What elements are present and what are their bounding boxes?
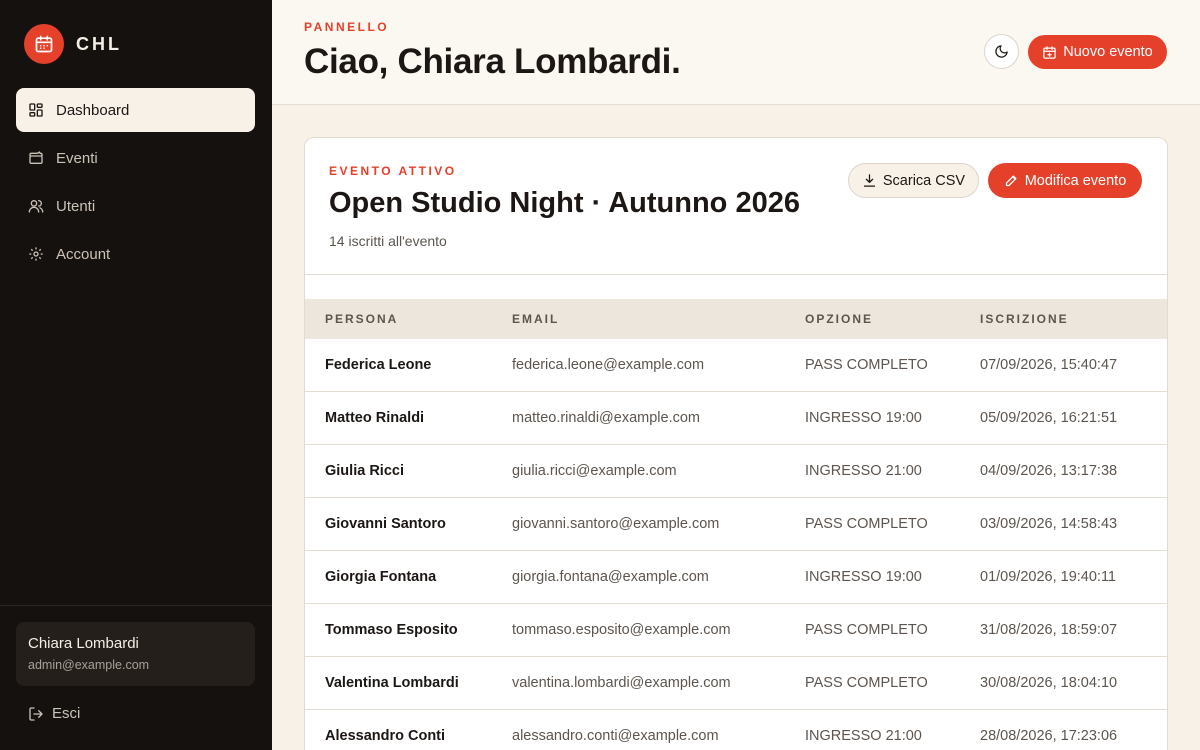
sidebar-item-label: Account bbox=[56, 245, 111, 263]
theme-toggle-button[interactable] bbox=[984, 34, 1019, 69]
sidebar: CHL Dashboard Eventi Utenti Account Chia… bbox=[0, 0, 272, 750]
cell-name: Tommaso Esposito bbox=[325, 622, 458, 638]
dashboard-icon bbox=[28, 102, 44, 118]
cell-option: INGRESSO 19:00 bbox=[805, 410, 922, 426]
download-csv-button[interactable]: Scarica CSV bbox=[848, 163, 979, 198]
table-row[interactable]: Alessandro Conti alessandro.conti@exampl… bbox=[305, 710, 1167, 750]
users-icon bbox=[28, 198, 44, 214]
table-row[interactable]: Valentina Lombardi valentina.lombardi@ex… bbox=[305, 657, 1167, 710]
cell-name: Valentina Lombardi bbox=[325, 675, 459, 691]
cell-name: Matteo Rinaldi bbox=[325, 410, 425, 426]
logout-button[interactable]: Esci bbox=[28, 705, 80, 722]
column-header-opzione[interactable]: OPZIONE bbox=[805, 312, 873, 326]
cell-date: 05/09/2026, 16:21:51 bbox=[980, 410, 1118, 426]
table-row[interactable]: Matteo Rinaldi matteo.rinaldi@example.co… bbox=[305, 392, 1167, 445]
moon-icon bbox=[994, 44, 1009, 59]
cell-option: PASS COMPLETO bbox=[805, 357, 928, 373]
brand-name: CHL bbox=[76, 33, 122, 54]
cell-email: federica.leone@example.com bbox=[512, 357, 705, 373]
cell-email: matteo.rinaldi@example.com bbox=[512, 410, 700, 426]
calendar-icon bbox=[24, 24, 64, 64]
cell-email: tommaso.esposito@example.com bbox=[512, 622, 731, 638]
table-row[interactable]: Federica Leone federica.leone@example.co… bbox=[305, 339, 1167, 392]
sidebar-divider bbox=[0, 605, 272, 606]
brand[interactable]: CHL bbox=[24, 24, 122, 64]
cell-name: Giulia Ricci bbox=[325, 463, 404, 479]
cell-name: Alessandro Conti bbox=[325, 728, 446, 744]
header-eyebrow: PANNELLO bbox=[304, 20, 390, 34]
sidebar-item-eventi[interactable]: Eventi bbox=[16, 136, 255, 180]
event-title: Open Studio Night · Autunno 2026 bbox=[329, 187, 800, 219]
event-eyebrow: EVENTO ATTIVO bbox=[329, 164, 457, 178]
cell-name: Giorgia Fontana bbox=[325, 569, 437, 585]
sidebar-nav: Dashboard Eventi Utenti Account bbox=[16, 88, 255, 280]
cell-date: 30/08/2026, 18:04:10 bbox=[980, 675, 1118, 691]
logout-label: Esci bbox=[52, 705, 81, 722]
topbar: PANNELLO Ciao, Chiara Lombardi. Nuovo ev… bbox=[272, 0, 1200, 105]
user-email: admin@example.com bbox=[28, 658, 150, 672]
cell-date: 07/09/2026, 15:40:47 bbox=[980, 357, 1118, 373]
cell-email: giulia.ricci@example.com bbox=[512, 463, 677, 479]
table-header: PERSONA EMAIL OPZIONE ISCRIZIONE bbox=[305, 299, 1167, 339]
cell-option: INGRESSO 21:00 bbox=[805, 728, 922, 744]
cell-date: 03/09/2026, 14:58:43 bbox=[980, 516, 1118, 532]
cell-option: PASS COMPLETO bbox=[805, 675, 928, 691]
sidebar-item-utenti[interactable]: Utenti bbox=[16, 184, 255, 228]
cell-option: PASS COMPLETO bbox=[805, 516, 928, 532]
user-name: Chiara Lombardi bbox=[28, 635, 139, 652]
table-row[interactable]: Giulia Ricci giulia.ricci@example.com IN… bbox=[305, 445, 1167, 498]
cell-name: Federica Leone bbox=[325, 357, 432, 373]
cell-date: 28/08/2026, 17:23:06 bbox=[980, 728, 1118, 744]
calendar-plus-icon bbox=[1042, 45, 1057, 60]
cell-option: INGRESSO 19:00 bbox=[805, 569, 922, 585]
download-csv-label: Scarica CSV bbox=[882, 172, 966, 189]
user-card[interactable]: Chiara Lombardi admin@example.com bbox=[16, 622, 255, 686]
column-header-email[interactable]: EMAIL bbox=[512, 312, 559, 326]
table-row[interactable]: Tommaso Esposito tommaso.esposito@exampl… bbox=[305, 604, 1167, 657]
table-row[interactable]: Giovanni Santoro giovanni.santoro@exampl… bbox=[305, 498, 1167, 551]
event-subtitle: 14 iscritti all'evento bbox=[329, 233, 447, 249]
cell-email: alessandro.conti@example.com bbox=[512, 728, 719, 744]
sidebar-item-label: Utenti bbox=[56, 197, 96, 215]
cell-date: 01/09/2026, 19:40:11 bbox=[980, 569, 1116, 585]
attendees-table: PERSONA EMAIL OPZIONE ISCRIZIONE Federic… bbox=[305, 299, 1167, 750]
cell-option: PASS COMPLETO bbox=[805, 622, 928, 638]
sidebar-item-label: Eventi bbox=[56, 149, 98, 167]
new-event-label: Nuovo evento bbox=[1063, 44, 1153, 60]
page-title: Ciao, Chiara Lombardi. bbox=[304, 42, 681, 81]
cell-email: giovanni.santoro@example.com bbox=[512, 516, 720, 532]
cell-name: Giovanni Santoro bbox=[325, 516, 446, 532]
table-row[interactable]: Giorgia Fontana giorgia.fontana@example.… bbox=[305, 551, 1167, 604]
logout-icon bbox=[28, 706, 44, 722]
cell-email: valentina.lombardi@example.com bbox=[512, 675, 731, 691]
column-header-persona[interactable]: PERSONA bbox=[325, 312, 398, 326]
sidebar-item-account[interactable]: Account bbox=[16, 232, 255, 276]
pencil-icon bbox=[1004, 173, 1019, 188]
cell-date: 04/09/2026, 13:17:38 bbox=[980, 463, 1118, 479]
sidebar-item-label: Dashboard bbox=[56, 101, 130, 119]
cell-option: INGRESSO 21:00 bbox=[805, 463, 922, 479]
ticket-icon bbox=[28, 150, 44, 166]
new-event-button[interactable]: Nuovo evento bbox=[1028, 35, 1167, 69]
event-card: EVENTO ATTIVO Open Studio Night · Autunn… bbox=[304, 137, 1168, 750]
edit-event-label: Modifica evento bbox=[1024, 172, 1127, 189]
sidebar-item-dashboard[interactable]: Dashboard bbox=[16, 88, 255, 132]
edit-event-button[interactable]: Modifica evento bbox=[988, 163, 1142, 198]
cell-email: giorgia.fontana@example.com bbox=[512, 569, 709, 585]
cell-date: 31/08/2026, 18:59:07 bbox=[980, 622, 1118, 638]
gear-icon bbox=[28, 246, 44, 262]
card-divider bbox=[305, 274, 1167, 275]
download-icon bbox=[862, 173, 877, 188]
column-header-iscrizione[interactable]: ISCRIZIONE bbox=[980, 312, 1069, 326]
